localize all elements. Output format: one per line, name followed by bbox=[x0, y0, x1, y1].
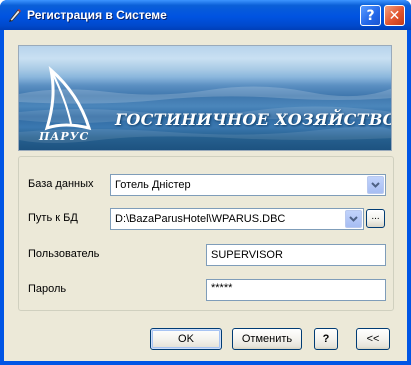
login-dialog-window: Регистрация в Системе ? ✕ ПАРУС ГОСТИНИЧ… bbox=[0, 0, 411, 365]
user-input[interactable]: SUPERVISOR bbox=[206, 244, 386, 266]
titlebar-help-button[interactable]: ? bbox=[360, 5, 381, 26]
collapse-button[interactable]: << bbox=[356, 328, 390, 350]
password-label: Пароль bbox=[28, 283, 67, 295]
database-select[interactable]: Готель Дністер bbox=[110, 174, 386, 196]
cancel-button[interactable]: Отменить bbox=[232, 328, 302, 350]
chevron-down-icon[interactable] bbox=[345, 210, 362, 228]
browse-db-button[interactable]: ... bbox=[366, 209, 385, 228]
db-path-label: Путь к БД bbox=[28, 212, 78, 224]
window-title: Регистрация в Системе bbox=[27, 8, 167, 22]
banner-caption: ГОСТИНИЧНОЕ ХОЗЯЙСТВО bbox=[115, 110, 392, 129]
help-button[interactable]: ? bbox=[314, 328, 338, 350]
db-path-value: D:\BazaParusHotel\WPARUS.DBC bbox=[115, 213, 286, 225]
user-value: SUPERVISOR bbox=[211, 249, 283, 261]
user-label: Пользователь bbox=[28, 248, 100, 260]
title-bar[interactable]: Регистрация в Системе ? ✕ bbox=[0, 0, 411, 30]
database-label: База данных bbox=[28, 178, 94, 190]
product-banner: ПАРУС ГОСТИНИЧНОЕ ХОЗЯЙСТВО bbox=[18, 45, 392, 151]
password-value: ***** bbox=[211, 282, 233, 294]
database-value: Готель Дністер bbox=[115, 179, 191, 191]
chevron-down-icon[interactable] bbox=[367, 176, 384, 194]
password-input[interactable]: ***** bbox=[206, 279, 386, 301]
ok-button[interactable]: OK bbox=[150, 328, 222, 350]
db-path-select[interactable]: D:\BazaParusHotel\WPARUS.DBC bbox=[110, 208, 364, 230]
titlebar-close-button[interactable]: ✕ bbox=[384, 5, 405, 26]
pen-icon bbox=[7, 7, 23, 23]
dialog-client-area: ПАРУС ГОСТИНИЧНОЕ ХОЗЯЙСТВО База данных … bbox=[4, 30, 407, 361]
logo-text: ПАРУС bbox=[39, 130, 90, 143]
